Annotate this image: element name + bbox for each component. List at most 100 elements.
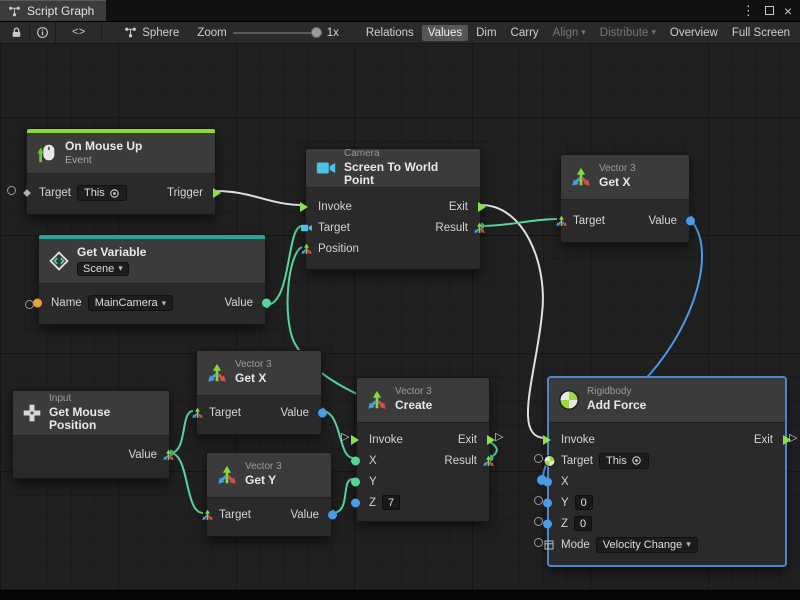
x-port[interactable] [351, 456, 360, 465]
inspect-button[interactable] [30, 22, 56, 43]
unconnected-port-marker[interactable] [7, 186, 16, 195]
value-label: Value [128, 449, 157, 461]
value-port[interactable] [262, 299, 271, 308]
y-port[interactable] [543, 498, 552, 507]
z-port[interactable] [543, 519, 552, 528]
script-graph-tab-icon [8, 5, 21, 18]
wire-variable-to-target [266, 226, 302, 305]
variable-diamond-icon [48, 250, 70, 272]
align-dropdown[interactable]: Align ▾ [547, 25, 592, 41]
zoom-slider[interactable] [233, 32, 321, 34]
vector3-port-icon[interactable] [300, 242, 313, 255]
unconnected-flow-marker[interactable]: ▷ [789, 433, 797, 444]
vector3-port-icon[interactable] [473, 221, 486, 234]
z-port[interactable] [351, 498, 360, 507]
node-get-variable[interactable]: Get Variable Scene ▾ Name MainCamera ▾ [38, 234, 266, 325]
vector3-axes-icon [366, 389, 388, 411]
node-add-force[interactable]: Rigidbody Add Force Invoke Exit Target T… [548, 377, 786, 566]
unconnected-flow-marker[interactable]: ▷ [495, 432, 503, 443]
window-tab-bar: Script Graph ⋮ × [0, 0, 800, 22]
exit-flow-port[interactable] [478, 202, 486, 212]
unconnected-flow-marker[interactable]: ▷ [341, 432, 349, 443]
connected-x-port-marker[interactable] [537, 475, 547, 485]
z-value-field[interactable]: 0 [574, 516, 592, 531]
this-target-pill[interactable]: This [77, 185, 127, 201]
y-value-field[interactable]: 0 [575, 495, 593, 510]
unconnected-port-marker[interactable] [25, 300, 34, 309]
node-get-y[interactable]: Vector 3 Get Y Target Value [206, 452, 332, 537]
graph-canvas[interactable]: On Mouse Up Event Target This Trigger [0, 44, 800, 590]
camera-icon [315, 157, 337, 179]
script-graph-icon [124, 26, 137, 39]
fullscreen-button[interactable]: Full Screen [726, 25, 796, 41]
node-get-x[interactable]: Vector 3 Get X Target Value [196, 350, 322, 435]
invoke-label: Invoke [561, 434, 595, 446]
unconnected-port-marker[interactable] [534, 517, 543, 526]
exit-flow-port[interactable] [487, 435, 495, 445]
node-header: On Mouse Up Event [27, 133, 215, 173]
node-get-x-top[interactable]: Vector 3 Get X Target Value [560, 154, 690, 243]
node-vector3-create[interactable]: Vector 3 Create Invoke Exit X Result [356, 377, 490, 522]
code-preview-button[interactable]: <> [56, 22, 102, 43]
scope-dropdown[interactable]: Scene ▾ [77, 262, 129, 276]
values-button[interactable]: Values [422, 25, 468, 41]
graph-breadcrumb[interactable]: Sphere [124, 26, 179, 39]
node-title: Screen To World Point [344, 161, 471, 187]
value-label: Value [280, 407, 309, 419]
node-screen-to-world-point[interactable]: Camera Screen To World Point Invoke Exit… [305, 148, 481, 270]
maximize-icon[interactable] [765, 6, 774, 15]
close-icon[interactable]: × [784, 4, 792, 18]
node-on-mouse-up[interactable]: On Mouse Up Event Target This Trigger [26, 128, 216, 215]
value-port[interactable] [318, 409, 327, 418]
invoke-flow-port[interactable] [300, 202, 308, 212]
enum-grid-icon[interactable] [543, 539, 555, 551]
vector3-port-icon[interactable] [162, 449, 175, 462]
y-port[interactable] [351, 477, 360, 486]
zoom-slider-handle[interactable] [311, 27, 322, 38]
target-label: Target [209, 407, 241, 419]
vector3-axes-icon [206, 362, 228, 384]
trigger-flow-port[interactable] [213, 188, 221, 198]
carry-button[interactable]: Carry [505, 25, 545, 41]
tab-script-graph[interactable]: Script Graph [0, 0, 106, 21]
zoom-value: 1x [327, 27, 339, 39]
dim-button[interactable]: Dim [470, 25, 502, 41]
vector3-port-icon[interactable] [201, 509, 214, 522]
camera-port-icon[interactable] [300, 221, 313, 234]
name-port[interactable] [33, 299, 42, 308]
overview-button[interactable]: Overview [664, 25, 724, 41]
gameobject-port-icon[interactable] [21, 187, 33, 199]
mode-dropdown[interactable]: Velocity Change ▾ [596, 537, 698, 553]
lock-button[interactable] [4, 22, 30, 43]
unconnected-port-marker[interactable] [534, 538, 543, 547]
vector3-port-icon[interactable] [191, 407, 204, 420]
tab-title: Script Graph [27, 4, 94, 18]
unconnected-port-marker[interactable] [534, 496, 543, 505]
exit-label: Exit [458, 434, 477, 446]
lock-icon [10, 26, 23, 39]
node-title: Get Mouse Position [49, 406, 160, 432]
variable-name-dropdown[interactable]: MainCamera ▾ [88, 295, 174, 311]
distribute-dropdown[interactable]: Distribute ▾ [594, 25, 662, 41]
vector3-port-icon[interactable] [482, 454, 495, 467]
value-port[interactable] [328, 511, 337, 520]
this-target-pill[interactable]: This [599, 453, 649, 469]
position-label: Position [318, 243, 359, 255]
unity-visual-scripting-window: Script Graph ⋮ × <> Sphere Zoom 1x Relat… [0, 0, 800, 600]
node-get-mouse-position[interactable]: Input Get Mouse Position Value [12, 390, 170, 479]
invoke-flow-port[interactable] [543, 435, 551, 445]
target-label: Target [39, 187, 71, 199]
invoke-flow-port[interactable] [351, 435, 359, 445]
value-port[interactable] [686, 217, 695, 226]
trigger-label: Trigger [167, 187, 203, 199]
wire-mouse-to-getx [170, 411, 193, 453]
z-value-field[interactable]: 7 [382, 495, 400, 510]
relations-button[interactable]: Relations [360, 25, 420, 41]
rigidbody-port-icon[interactable] [543, 454, 556, 467]
kebab-menu-icon[interactable]: ⋮ [742, 3, 755, 19]
exit-label: Exit [754, 434, 773, 446]
vector3-port-icon[interactable] [555, 215, 568, 228]
unconnected-port-marker[interactable] [534, 454, 543, 463]
code-icon: <> [72, 27, 85, 39]
x-label: X [561, 476, 569, 488]
